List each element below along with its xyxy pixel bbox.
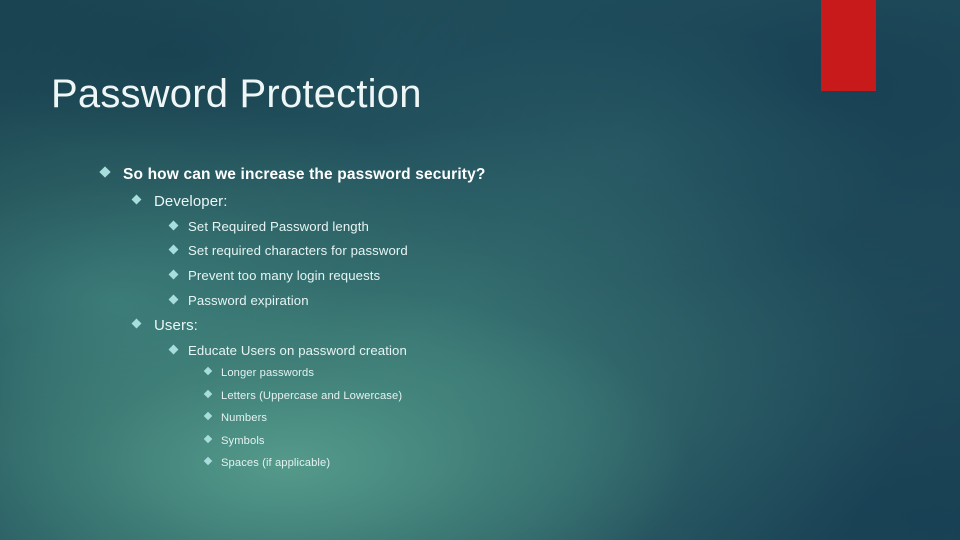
bullet-item-label: Educate Users on password creation — [188, 343, 407, 358]
bullet-item-level-2: Developer: — [131, 193, 228, 210]
diamond-bullet-icon — [131, 318, 142, 329]
bullet-item-label: Numbers — [221, 412, 268, 424]
diamond-bullet-icon — [168, 269, 179, 280]
bullet-item-label: Developer: — [154, 193, 228, 210]
red-accent-rectangle — [821, 0, 876, 91]
bullet-item-level-3: Prevent too many login requests — [168, 268, 381, 283]
diamond-bullet-icon — [203, 411, 213, 421]
bullet-item-label: Spaces (if applicable) — [221, 457, 331, 469]
bullet-item-level-4: Numbers — [203, 411, 268, 424]
bullet-item-label: Longer passwords — [221, 367, 315, 379]
diamond-bullet-icon — [168, 294, 179, 305]
diamond-bullet-icon — [168, 244, 179, 255]
diamond-bullet-icon — [99, 166, 111, 178]
diamond-bullet-icon — [131, 194, 142, 205]
bullet-item-label: Set Required Password length — [188, 219, 369, 234]
bullet-item-level-3: Password expiration — [168, 293, 309, 308]
diamond-bullet-icon — [203, 456, 213, 466]
bullet-item-label: Symbols — [221, 435, 265, 447]
bullet-item-label: Set required characters for password — [188, 243, 408, 258]
bullet-item-label: Users: — [154, 317, 198, 334]
slide-canvas: Password Protection So how can we increa… — [0, 0, 960, 540]
diamond-bullet-icon — [203, 434, 213, 444]
diamond-bullet-icon — [168, 220, 179, 231]
bullet-item-label: Prevent too many login requests — [188, 268, 381, 283]
bullet-item-level-4: Spaces (if applicable) — [203, 456, 331, 469]
bullet-item-level-4: Longer passwords — [203, 366, 315, 379]
diamond-bullet-icon — [203, 389, 213, 399]
bullet-item-level-3: Set Required Password length — [168, 219, 369, 234]
diamond-bullet-icon — [168, 344, 179, 355]
slide-title: Password Protection — [51, 71, 422, 116]
bullet-item-level-3: Set required characters for password — [168, 243, 408, 258]
bullet-item-label: Password expiration — [188, 293, 309, 308]
diamond-bullet-icon — [203, 366, 213, 376]
bullet-item-level-1: So how can we increase the password secu… — [99, 166, 486, 184]
bullet-item-label: Letters (Uppercase and Lowercase) — [221, 390, 403, 402]
bullet-item-level-4: Symbols — [203, 434, 265, 447]
bullet-item-level-4: Letters (Uppercase and Lowercase) — [203, 389, 403, 402]
bullet-item-label: So how can we increase the password secu… — [123, 166, 486, 183]
bullet-item-level-2: Users: — [131, 317, 198, 334]
bullet-item-level-3: Educate Users on password creation — [168, 343, 407, 358]
